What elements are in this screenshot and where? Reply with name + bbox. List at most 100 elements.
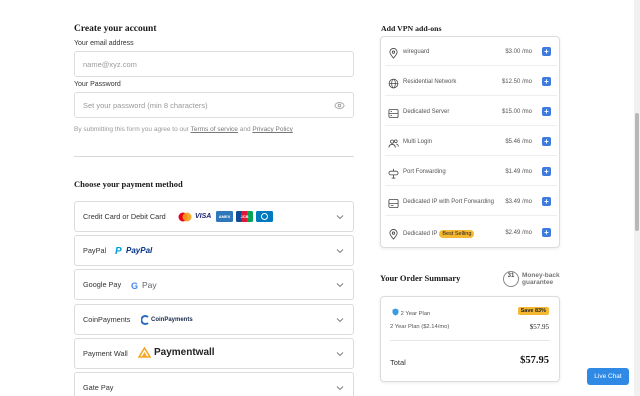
order-summary-heading: Your Order Summary [380, 273, 461, 283]
paypal-p-icon: P [115, 246, 122, 255]
payment-option-gate-pay[interactable]: Gate Pay [74, 372, 354, 396]
addon-row-dedicated-ip: Dedicated IP Best Selling $2.49 /mo + [385, 221, 557, 247]
create-account-heading: Create your account [74, 24, 157, 34]
addons-heading: Add VPN add-ons [381, 24, 442, 33]
addon-name: Residential Network [403, 79, 457, 85]
best-selling-badge: Best Selling [439, 230, 475, 238]
payment-heading: Choose your payment method [74, 179, 183, 189]
addon-name: Port Forwarding [403, 169, 446, 175]
location-pin-icon [389, 229, 398, 240]
guarantee-days: 31 [507, 273, 515, 279]
addon-row-dedicated-ip-port-forwarding: Dedicated IP with Port Forwarding $3.49 … [385, 190, 557, 216]
location-pin-icon [389, 48, 398, 59]
password-field[interactable]: Set your password (min 8 characters) [74, 92, 354, 118]
addon-row-multi-login: Multi Login $5.46 /mo + [385, 130, 557, 156]
add-addon-button[interactable]: + [542, 197, 551, 206]
terms-prefix: By submitting this form you agree to our [74, 126, 189, 133]
payment-option-card[interactable]: Credit Card or Debit Card VISA AMEX JCB [74, 201, 354, 232]
scrollbar-thumb[interactable] [635, 113, 639, 231]
live-chat-button[interactable]: Live Chat [587, 368, 629, 385]
password-label: Your Password [74, 81, 121, 88]
divider [74, 156, 354, 157]
users-icon [388, 139, 399, 148]
add-addon-button[interactable]: + [542, 107, 551, 116]
jcb-icon: JCB [236, 211, 253, 222]
row-divider [385, 65, 557, 66]
total-label: Total [390, 358, 406, 367]
coinpayments-icon [141, 315, 149, 325]
addon-price: $3.49 /mo [505, 199, 532, 205]
privacy-policy-link[interactable]: Privacy Policy [252, 126, 292, 133]
chevron-down-icon [336, 386, 344, 391]
payment-option-paymentwall[interactable]: Payment Wall Paymentwall [74, 338, 354, 369]
chevron-down-icon [336, 249, 344, 254]
plan-name-text: 2 Year Plan [400, 311, 431, 317]
addon-name: Dedicated Server [403, 109, 450, 115]
add-addon-button[interactable]: + [542, 228, 551, 237]
globe-icon [388, 78, 399, 89]
server-icon [388, 108, 399, 119]
payment-option-coinpayments[interactable]: CoinPayments CoinPayments [74, 304, 354, 335]
password-placeholder: Set your password (min 8 characters) [83, 101, 208, 110]
row-divider [385, 185, 557, 186]
payment-option-label: PayPal [83, 246, 107, 255]
diners-icon [256, 211, 273, 222]
addon-name-text: Dedicated IP [403, 231, 438, 237]
addon-price: $12.50 /mo [501, 79, 532, 85]
terms-and: and [239, 126, 251, 133]
addons-panel: wireguard $3.00 /mo + Residential Networ… [380, 36, 560, 248]
addon-name: Dedicated IP with Port Forwarding [403, 199, 494, 205]
port-forwarding-icon [388, 168, 399, 179]
google-pay-logo: G Pay [131, 280, 157, 290]
google-g-icon: G [131, 281, 138, 290]
amex-icon: AMEX [216, 211, 233, 222]
payment-option-label: CoinPayments [83, 315, 131, 324]
addon-name: Dedicated IP Best Selling [403, 230, 475, 238]
guarantee-text-line2: guarantee [522, 279, 554, 286]
payment-option-label: Payment Wall [83, 349, 128, 358]
coinpayments-logo-text: CoinPayments [151, 317, 193, 323]
add-addon-button[interactable]: + [542, 137, 551, 146]
addon-name: wireguard [403, 49, 430, 55]
email-placeholder: name@xyz.com [83, 60, 137, 69]
paymentwall-logo: Paymentwall [138, 347, 215, 358]
chevron-down-icon [336, 318, 344, 323]
chevron-down-icon [336, 215, 344, 220]
chevron-down-icon [336, 283, 344, 288]
add-addon-button[interactable]: + [542, 167, 551, 176]
payment-option-label: Google Pay [83, 280, 122, 289]
payment-option-paypal[interactable]: PayPal P PayPal [74, 235, 354, 266]
coinpayments-logo: CoinPayments [141, 315, 193, 325]
guarantee-text-line1: Money-back [522, 272, 560, 279]
eye-icon[interactable] [334, 100, 345, 111]
row-divider [385, 125, 557, 126]
email-label: Your email address [74, 40, 134, 47]
terms-of-service-link[interactable]: Terms of service [191, 126, 238, 133]
plan-name: 2 Year Plan [392, 308, 430, 317]
payment-option-label: Credit Card or Debit Card [83, 212, 166, 221]
terms-notice: By submitting this form you agree to our… [74, 126, 293, 133]
payment-option-google-pay[interactable]: Google Pay G Pay [74, 269, 354, 300]
payment-option-label: Gate Pay [83, 383, 114, 392]
chevron-down-icon [336, 352, 344, 357]
paymentwall-logo-text: Paymentwall [154, 347, 215, 358]
money-back-guarantee: Money-back guarantee [522, 272, 560, 286]
addon-row-port-forwarding: Port Forwarding $1.49 /mo + [385, 160, 557, 186]
addon-price: $1.49 /mo [505, 169, 532, 175]
paymentwall-icon [138, 347, 151, 358]
paypal-logo-text: PayPal [126, 245, 153, 255]
addon-row-wireguard: wireguard $3.00 /mo + [385, 40, 557, 66]
visa-icon: VISA [195, 213, 212, 220]
email-field[interactable]: name@xyz.com [74, 51, 354, 77]
money-back-badge-icon: 31 [503, 271, 519, 287]
addon-price: $2.49 /mo [505, 230, 532, 236]
row-divider [385, 95, 557, 96]
addon-price: $15.00 /mo [501, 109, 532, 115]
add-addon-button[interactable]: + [542, 47, 551, 56]
add-addon-button[interactable]: + [542, 77, 551, 86]
summary-divider [390, 340, 550, 341]
mastercard-icon [178, 212, 192, 221]
shield-icon [392, 308, 399, 316]
card-logos: VISA AMEX JCB [178, 211, 273, 222]
ip-server-icon [388, 198, 399, 209]
